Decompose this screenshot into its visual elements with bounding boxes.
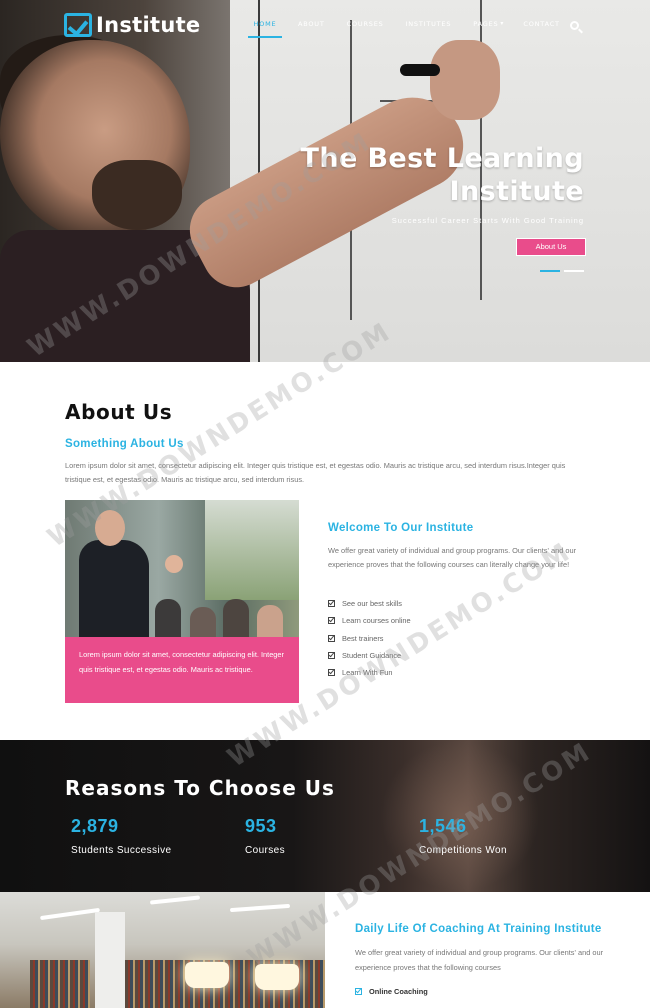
feature-checklist: See our best skills Learn courses online… [328, 595, 411, 681]
welcome-title: Welcome To Our Institute [328, 522, 474, 534]
logo[interactable]: Institute [64, 10, 200, 40]
speaker-photo [65, 500, 299, 637]
stat-label: Competitions Won [419, 845, 507, 856]
checkbox-icon [328, 600, 335, 608]
slider-indicator[interactable] [540, 270, 584, 272]
checkbox-icon [328, 669, 335, 677]
welcome-paragraph: We offer great variety of individual and… [328, 546, 577, 569]
checkbox-logo-icon [64, 13, 92, 37]
hero-title: The Best Learning Institute [301, 142, 585, 208]
search-icon[interactable] [570, 21, 579, 30]
stat-students: 2,879 Students Successive [71, 816, 171, 856]
about-subtitle: Something About Us [65, 438, 184, 450]
slide-dot-active[interactable] [540, 270, 560, 272]
stat-number: 2,879 [71, 816, 119, 836]
about-pink-box: Lorem ipsum dolor sit amet, consectetur … [65, 637, 299, 703]
list-item: Online Coaching [355, 984, 428, 998]
checkbox-icon [328, 617, 335, 625]
stat-number: 1,546 [419, 816, 467, 836]
stat-label: Students Successive [71, 845, 172, 856]
nav-item-pages[interactable]: PAGES [473, 20, 498, 38]
about-paragraph: Lorem ipsum dolor sit amet, consectetur … [65, 461, 566, 484]
nav-item-about[interactable]: ABOUT [298, 20, 325, 38]
checkbox-icon [328, 634, 335, 642]
library-photo [0, 892, 325, 1008]
nav-item-contact[interactable]: CONTACT [523, 20, 559, 38]
checkbox-icon [355, 987, 362, 995]
nav-item-home[interactable]: HOME [248, 20, 282, 38]
list-item: Student Guidance [328, 647, 411, 664]
about-us-button[interactable]: About Us [516, 238, 586, 256]
logo-text: Institute [96, 13, 201, 37]
stat-competitions: 1,546 Competitions Won [419, 816, 507, 856]
daily-life-paragraph: We offer great variety of individual and… [355, 948, 604, 972]
daily-life-list: Online Coaching [355, 984, 428, 998]
hero-subtitle: Successful Career Starts With Good Train… [391, 216, 584, 225]
top-navigation: Institute HOME ABOUT COURSES INSTITUTES … [0, 0, 650, 52]
list-item: Learn With Fun [328, 664, 411, 681]
hero-title-line1: The Best Learning [300, 143, 584, 174]
reasons-title: Reasons To Choose Us [65, 776, 335, 800]
stat-number: 953 [245, 816, 277, 836]
daily-life-title: Daily Life Of Coaching At Training Insti… [355, 923, 602, 935]
checkbox-icon [328, 652, 335, 660]
stat-courses: 953 Courses [245, 816, 285, 856]
list-item: Best trainers [328, 630, 411, 647]
list-item: See our best skills [328, 595, 411, 612]
stat-label: Courses [245, 845, 286, 856]
slide-dot[interactable] [564, 270, 584, 272]
about-title: About Us [65, 400, 173, 424]
hero-title-line2: Institute [449, 176, 584, 207]
main-menu: HOME ABOUT COURSES INSTITUTES PAGES ▾ CO… [248, 20, 560, 38]
nav-item-courses[interactable]: COURSES [347, 20, 384, 38]
nav-item-institutes[interactable]: INSTITUTES [406, 20, 452, 38]
list-item: Learn courses online [328, 612, 411, 629]
